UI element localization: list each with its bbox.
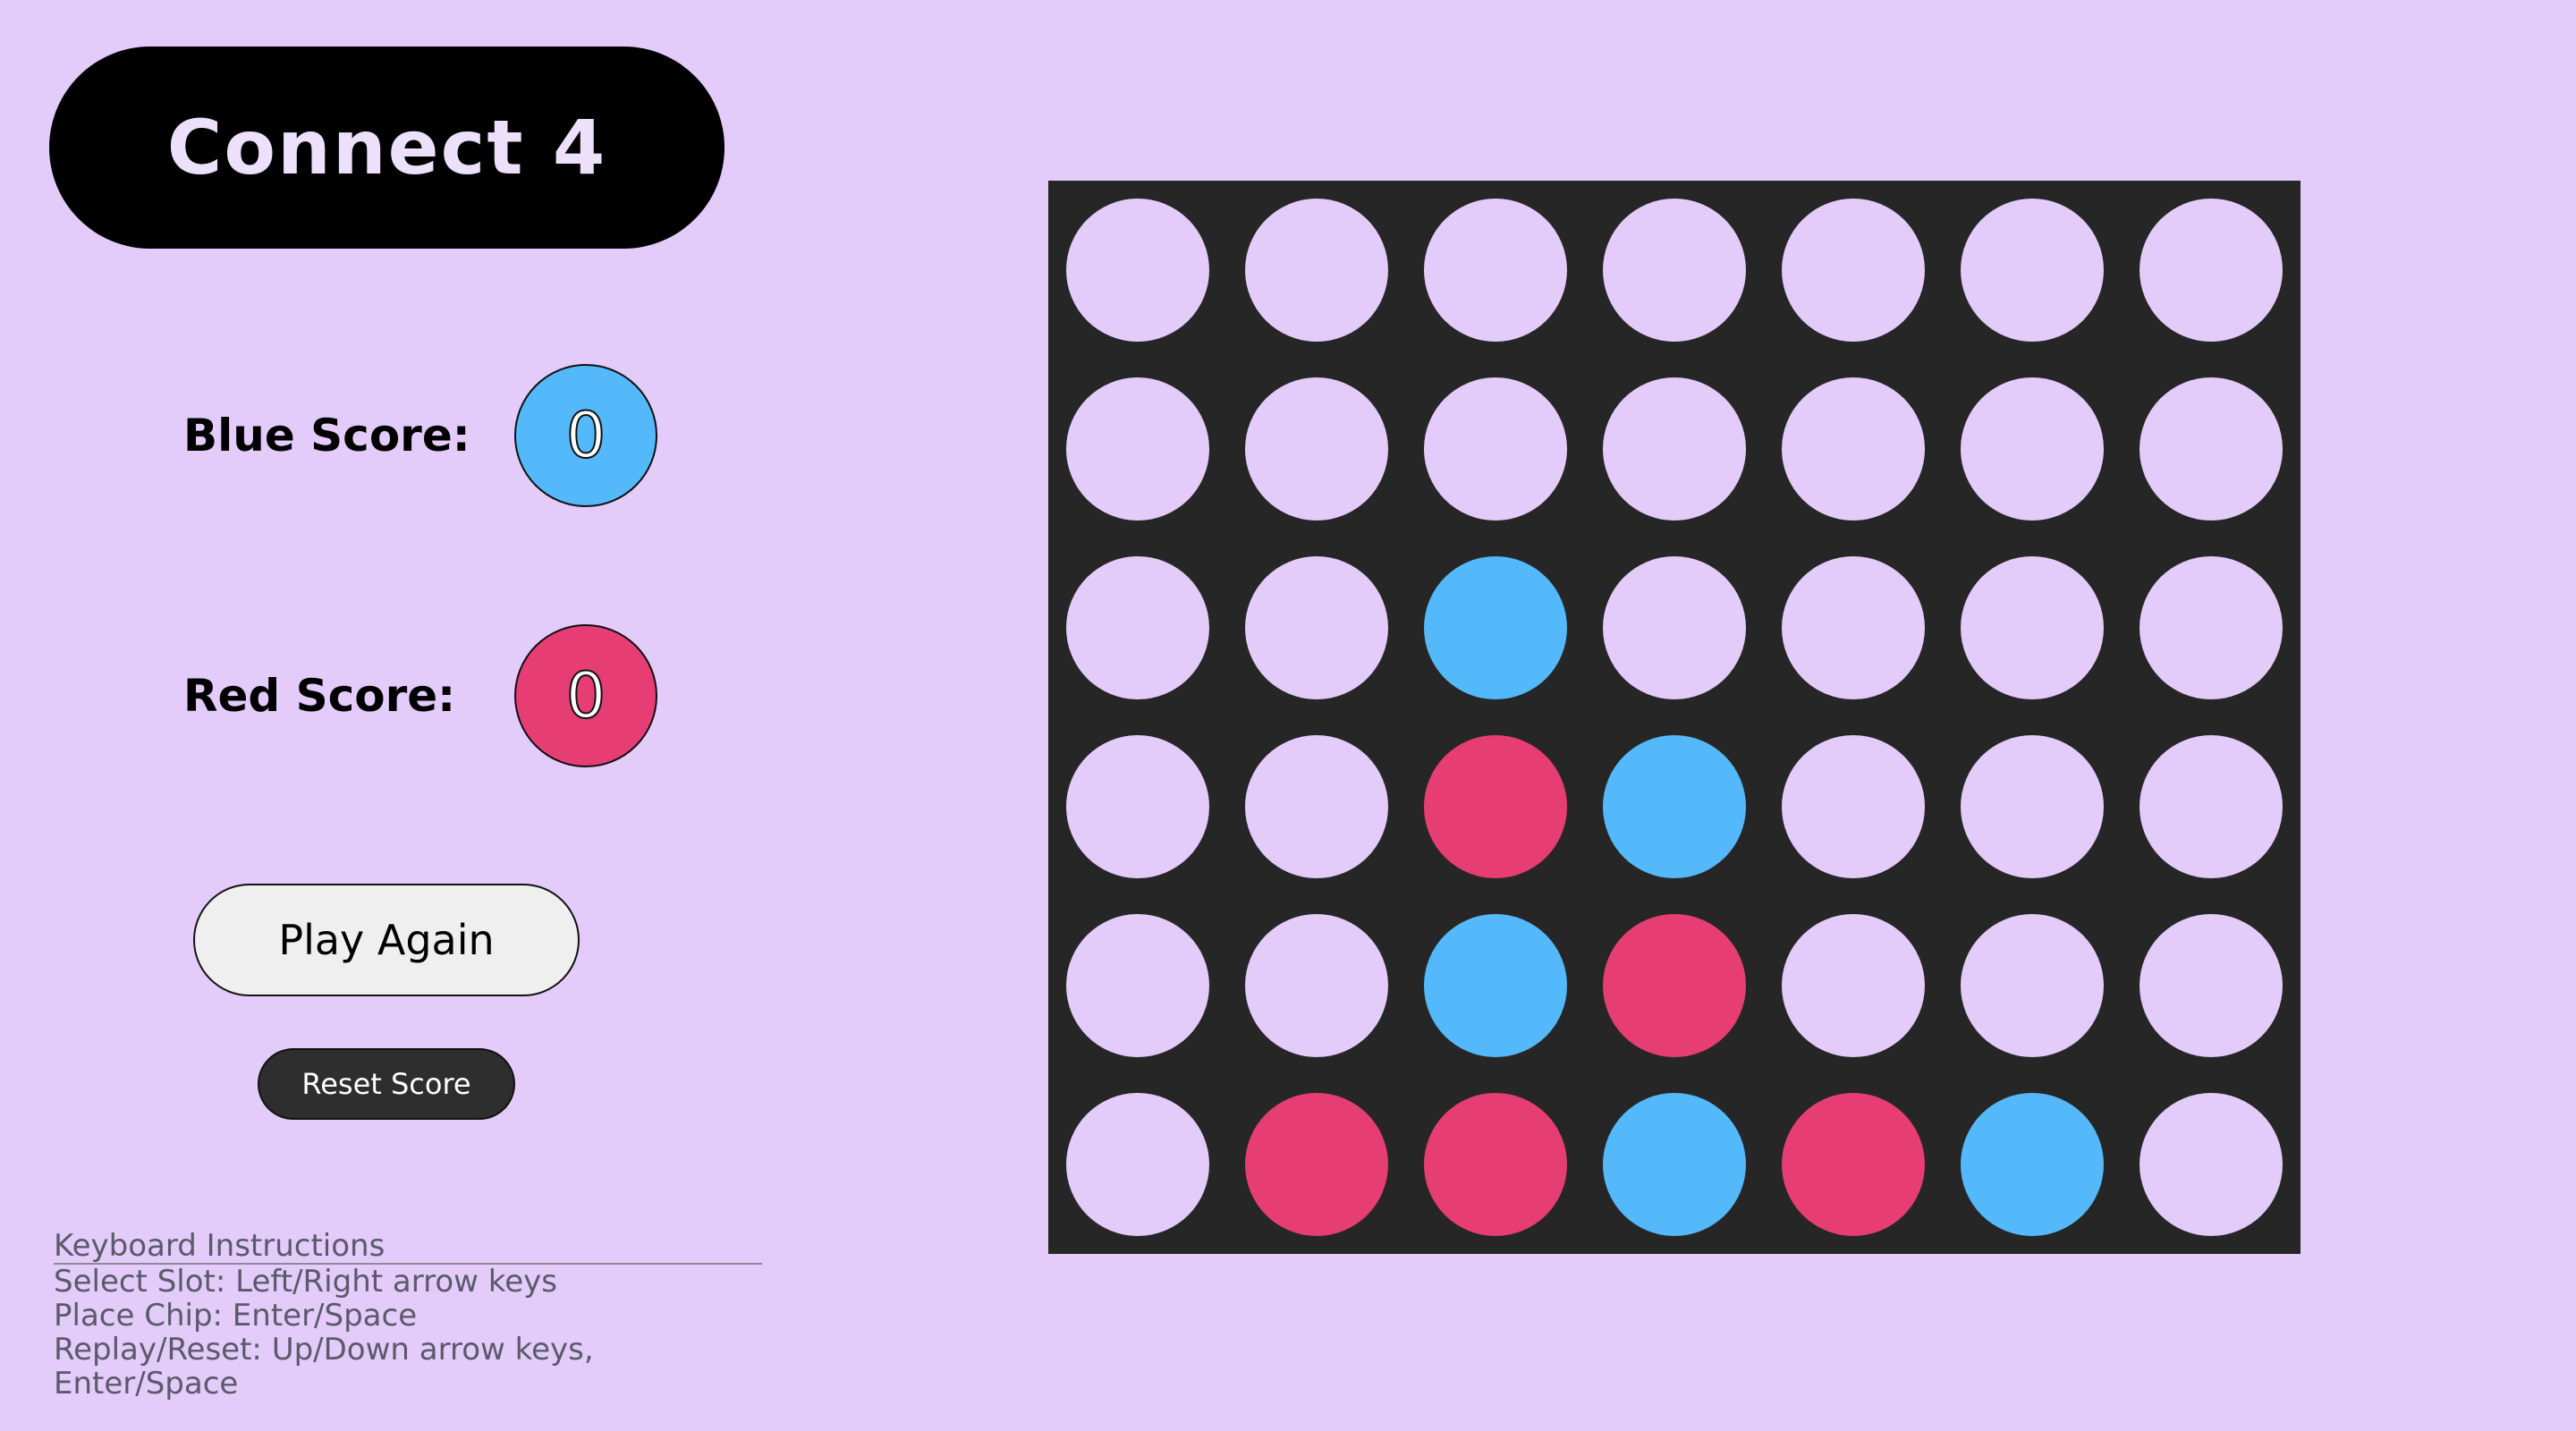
instruction-line: Place Chip: Enter/Space xyxy=(54,1298,418,1334)
board-cell-empty[interactable] xyxy=(2140,914,2283,1057)
board-cell-blue[interactable] xyxy=(1603,1093,1746,1236)
instruction-line: Replay/Reset: Up/Down arrow keys, Enter/… xyxy=(54,1332,594,1401)
blue-score-label: Blue Score: xyxy=(183,410,470,461)
board-cell-empty[interactable] xyxy=(1245,914,1388,1057)
board-cell-empty[interactable] xyxy=(1782,556,1925,699)
board-cell-empty[interactable] xyxy=(2140,1093,2283,1236)
play-again-button[interactable]: Play Again xyxy=(193,884,580,996)
board-cell-empty[interactable] xyxy=(1961,914,2104,1057)
board-cell-empty[interactable] xyxy=(1245,199,1388,342)
board-cell-empty[interactable] xyxy=(1245,556,1388,699)
board-cell-red[interactable] xyxy=(1424,735,1567,878)
board-cell-empty[interactable] xyxy=(1603,199,1746,342)
board-cell-blue[interactable] xyxy=(1424,556,1567,699)
board-cell-blue[interactable] xyxy=(1424,914,1567,1057)
board-cell-empty[interactable] xyxy=(1066,556,1209,699)
blue-score-value: 0 xyxy=(565,398,607,473)
keyboard-instructions: Keyboard Instructions Select Slot: Left/… xyxy=(54,1229,762,1401)
board-cell-empty[interactable] xyxy=(1961,199,2104,342)
reset-score-button[interactable]: Reset Score xyxy=(258,1048,515,1120)
board-cell-empty[interactable] xyxy=(1782,735,1925,878)
board-cell-empty[interactable] xyxy=(1066,377,1209,521)
board-cell-empty[interactable] xyxy=(1066,199,1209,342)
board-cell-empty[interactable] xyxy=(2140,199,2283,342)
board-cell-empty[interactable] xyxy=(1066,735,1209,878)
board-cell-empty[interactable] xyxy=(1424,377,1567,521)
board-cell-empty[interactable] xyxy=(1782,199,1925,342)
board-cell-empty[interactable] xyxy=(2140,556,2283,699)
board-cell-empty[interactable] xyxy=(1603,377,1746,521)
board-cell-empty[interactable] xyxy=(1961,735,2104,878)
board-cell-empty[interactable] xyxy=(1424,199,1567,342)
board-cell-empty[interactable] xyxy=(1066,914,1209,1057)
red-score-label: Red Score: xyxy=(183,670,456,722)
board-cell-empty[interactable] xyxy=(1782,377,1925,521)
red-score-badge: 0 xyxy=(514,624,657,767)
board-cell-blue[interactable] xyxy=(1603,735,1746,878)
board-cell-empty[interactable] xyxy=(2140,377,2283,521)
board-cell-empty[interactable] xyxy=(2140,735,2283,878)
board-cell-empty[interactable] xyxy=(1961,556,2104,699)
blue-score-badge: 0 xyxy=(514,364,657,507)
board-cell-empty[interactable] xyxy=(1066,1093,1209,1236)
board-cell-empty[interactable] xyxy=(1245,377,1388,521)
game-board xyxy=(1048,181,2301,1254)
instructions-heading: Keyboard Instructions xyxy=(54,1229,762,1265)
board-cell-empty[interactable] xyxy=(1782,914,1925,1057)
board-cell-red[interactable] xyxy=(1603,914,1746,1057)
red-score-value: 0 xyxy=(565,658,607,733)
board-cell-empty[interactable] xyxy=(1603,556,1746,699)
instruction-line: Select Slot: Left/Right arrow keys xyxy=(54,1264,557,1300)
board-cell-blue[interactable] xyxy=(1961,1093,2104,1236)
blue-score-row: Blue Score: 0 xyxy=(183,364,657,507)
board-cell-red[interactable] xyxy=(1424,1093,1567,1236)
board-cell-red[interactable] xyxy=(1245,1093,1388,1236)
red-score-row: Red Score: 0 xyxy=(183,624,657,767)
board-cell-empty[interactable] xyxy=(1961,377,2104,521)
game-title: Connect 4 xyxy=(166,104,607,191)
title-banner: Connect 4 xyxy=(49,47,724,249)
board-cell-red[interactable] xyxy=(1782,1093,1925,1236)
board-cell-empty[interactable] xyxy=(1245,735,1388,878)
